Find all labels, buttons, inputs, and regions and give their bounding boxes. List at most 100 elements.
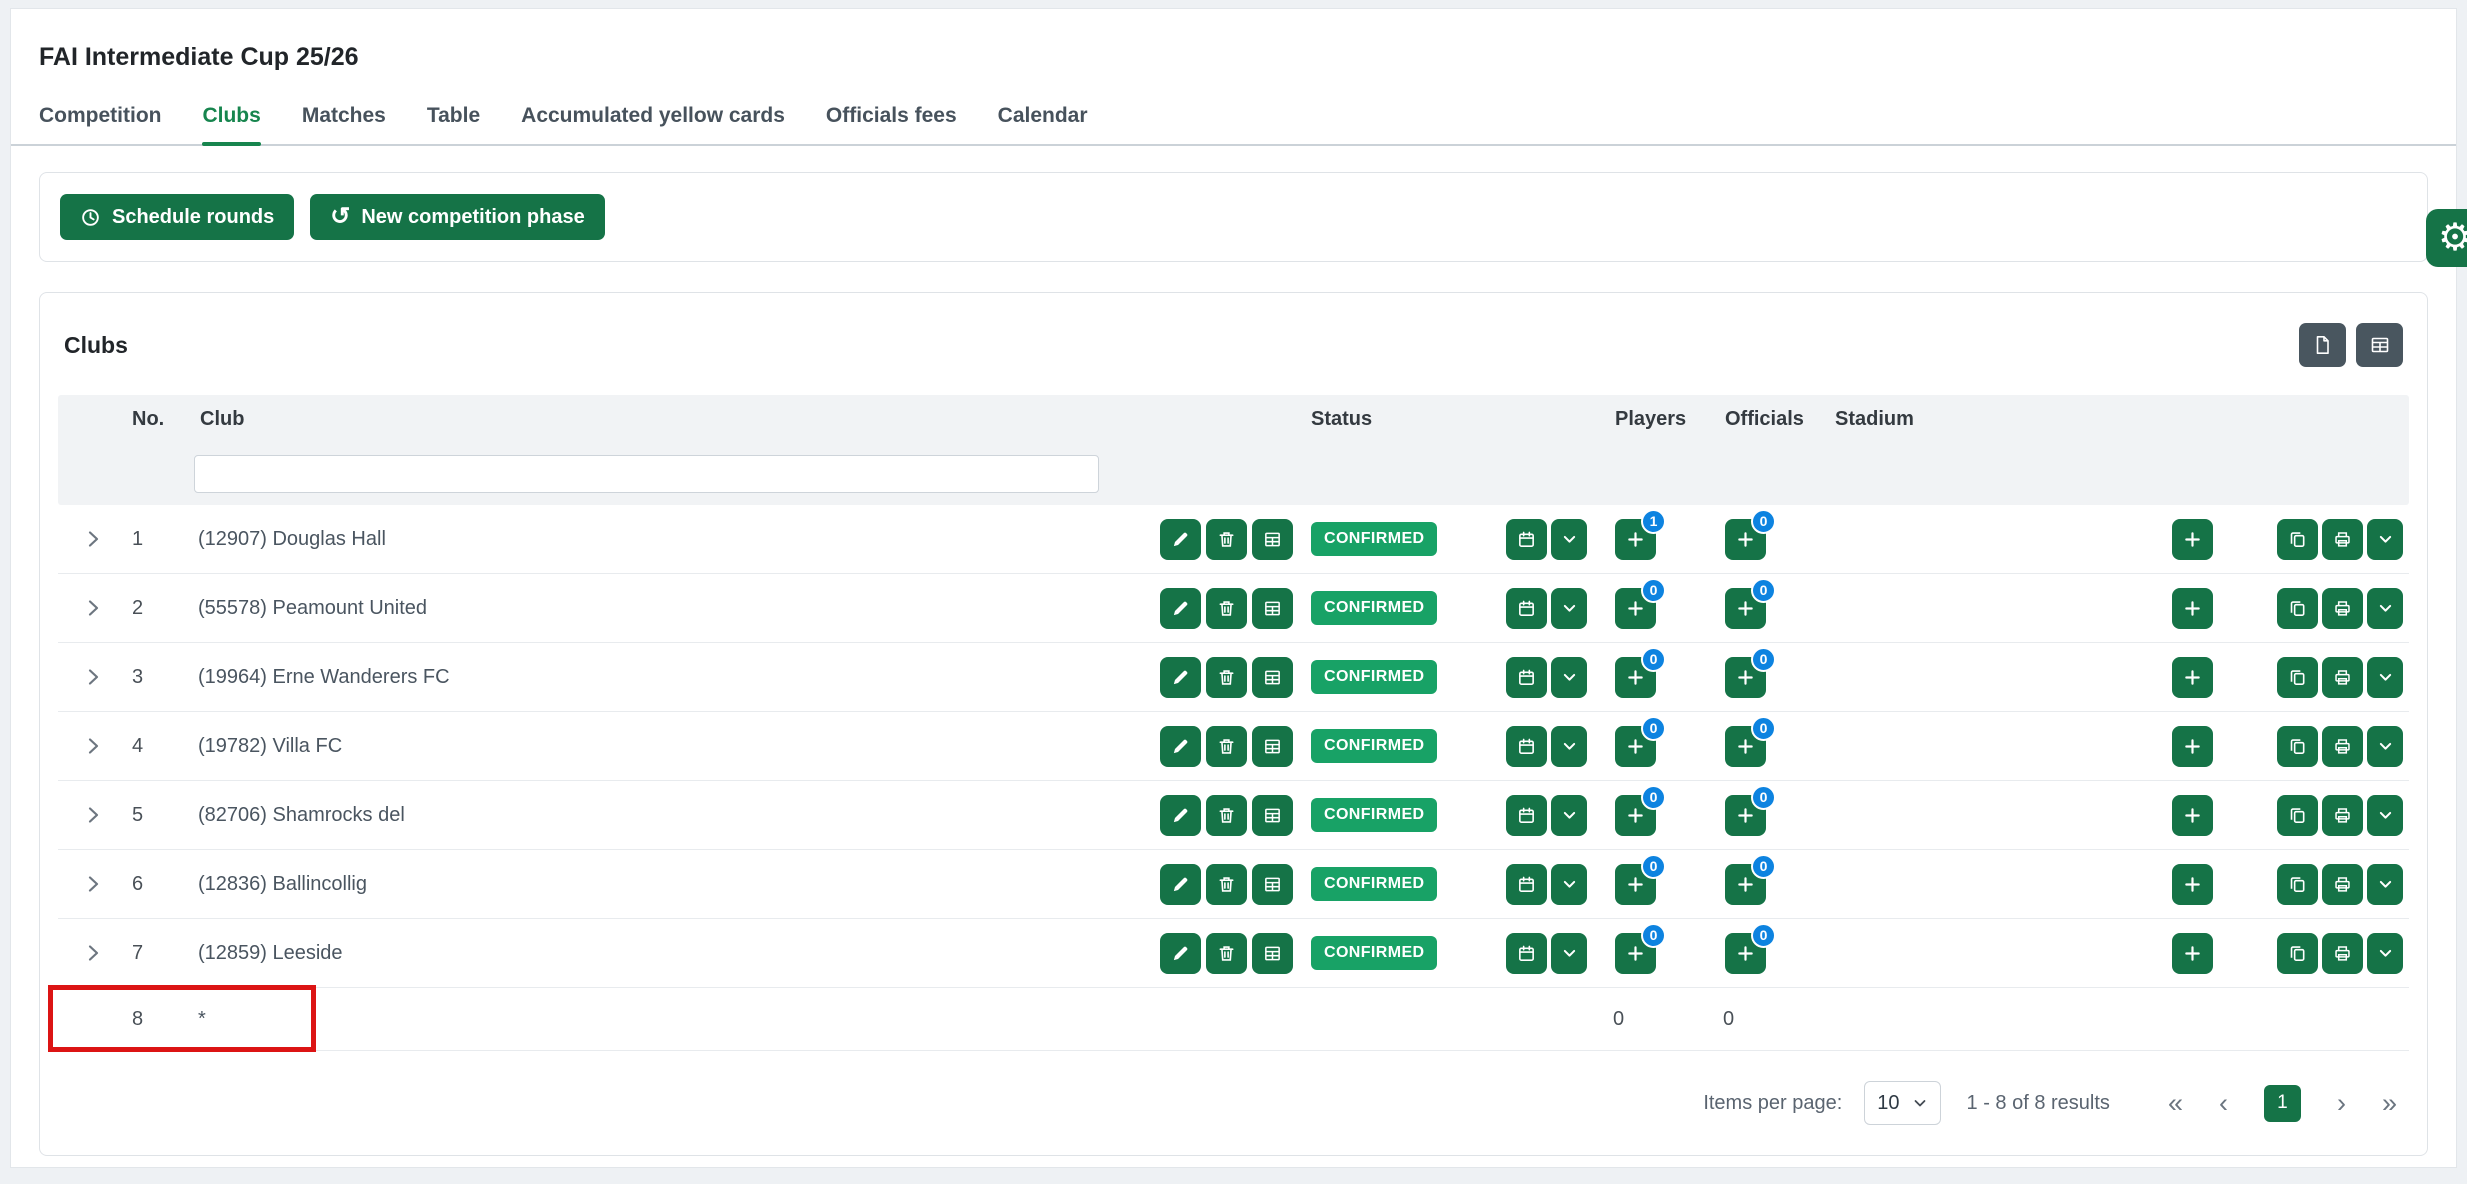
print-dropdown-button[interactable] — [2367, 657, 2403, 698]
plus-icon — [1736, 668, 1755, 687]
export-buttons — [2299, 323, 2403, 367]
print-club-button[interactable] — [2322, 726, 2363, 767]
copy-club-button[interactable] — [2277, 933, 2318, 974]
tab-matches[interactable]: Matches — [302, 104, 386, 144]
club-table-button[interactable] — [1252, 726, 1293, 767]
chevron-right-icon — [83, 598, 103, 618]
print-club-button[interactable] — [2322, 795, 2363, 836]
club-filter-input[interactable] — [194, 455, 1099, 493]
club-table-button[interactable] — [1252, 864, 1293, 905]
print-club-button[interactable] — [2322, 519, 2363, 560]
status-dropdown-button[interactable] — [1551, 933, 1587, 974]
add-stadium-button[interactable] — [2172, 726, 2213, 767]
schedule-club-button[interactable] — [1506, 519, 1547, 560]
print-dropdown-button[interactable] — [2367, 795, 2403, 836]
tab-officials-fees[interactable]: Officials fees — [826, 104, 957, 144]
edit-club-button[interactable] — [1160, 657, 1201, 698]
status-dropdown-button[interactable] — [1551, 519, 1587, 560]
items-per-page-select[interactable]: 10 — [1864, 1081, 1940, 1125]
tab-accumulated-yellow-cards[interactable]: Accumulated yellow cards — [521, 104, 785, 144]
delete-club-button[interactable] — [1206, 657, 1247, 698]
new-competition-phase-button[interactable]: ↺ New competition phase — [310, 194, 604, 240]
add-stadium-button[interactable] — [2172, 657, 2213, 698]
print-club-button[interactable] — [2322, 864, 2363, 905]
file-export-button[interactable] — [2299, 323, 2346, 367]
status-dropdown-button[interactable] — [1551, 864, 1587, 905]
print-dropdown-button[interactable] — [2367, 933, 2403, 974]
expand-row-button[interactable] — [79, 732, 107, 760]
status-dropdown-button[interactable] — [1551, 726, 1587, 767]
add-stadium-button[interactable] — [2172, 588, 2213, 629]
expand-row-button[interactable] — [79, 939, 107, 967]
status-dropdown-button[interactable] — [1551, 657, 1587, 698]
print-club-button[interactable] — [2322, 933, 2363, 974]
copy-club-button[interactable] — [2277, 726, 2318, 767]
settings-fab-button[interactable]: ⚙ — [2426, 209, 2467, 267]
pagination-first-icon[interactable]: « — [2168, 1090, 2183, 1117]
copy-club-button[interactable] — [2277, 519, 2318, 560]
add-stadium-button[interactable] — [2172, 519, 2213, 560]
copy-club-button[interactable] — [2277, 657, 2318, 698]
copy-club-button[interactable] — [2277, 588, 2318, 629]
club-table-button[interactable] — [1252, 657, 1293, 698]
schedule-club-button[interactable] — [1506, 588, 1547, 629]
tab-table[interactable]: Table — [427, 104, 480, 144]
pagination-prev-icon[interactable]: ‹ — [2219, 1090, 2228, 1117]
club-table-button[interactable] — [1252, 588, 1293, 629]
status-dropdown-button[interactable] — [1551, 795, 1587, 836]
expand-row-button[interactable] — [79, 594, 107, 622]
delete-club-button[interactable] — [1206, 933, 1247, 974]
stadium-cell — [1827, 574, 2164, 642]
tab-competition[interactable]: Competition — [39, 104, 161, 144]
pencil-icon — [1171, 737, 1190, 756]
print-club-button[interactable] — [2322, 588, 2363, 629]
pagination-page-1[interactable]: 1 — [2264, 1085, 2301, 1122]
add-stadium-button[interactable] — [2172, 795, 2213, 836]
plus-icon — [2183, 944, 2202, 963]
club-table-button[interactable] — [1252, 933, 1293, 974]
edit-club-button[interactable] — [1160, 864, 1201, 905]
schedule-rounds-label: Schedule rounds — [112, 206, 274, 229]
status-dropdown-button[interactable] — [1551, 588, 1587, 629]
print-dropdown-button[interactable] — [2367, 726, 2403, 767]
schedule-club-button[interactable] — [1506, 657, 1547, 698]
tab-calendar[interactable]: Calendar — [998, 104, 1088, 144]
edit-club-button[interactable] — [1160, 795, 1201, 836]
schedule-club-button[interactable] — [1506, 726, 1547, 767]
table-icon — [1263, 668, 1282, 687]
club-table-button[interactable] — [1252, 795, 1293, 836]
tab-clubs[interactable]: Clubs — [202, 104, 260, 144]
expand-row-button[interactable] — [79, 525, 107, 553]
delete-club-button[interactable] — [1206, 588, 1247, 629]
copy-club-button[interactable] — [2277, 795, 2318, 836]
edit-club-button[interactable] — [1160, 726, 1201, 767]
schedule-club-button[interactable] — [1506, 795, 1547, 836]
trash-icon — [1217, 599, 1236, 618]
add-stadium-button[interactable] — [2172, 864, 2213, 905]
expand-row-button[interactable] — [79, 663, 107, 691]
print-dropdown-button[interactable] — [2367, 519, 2403, 560]
pagination-last-icon[interactable]: » — [2382, 1090, 2397, 1117]
table-export-button[interactable] — [2356, 323, 2403, 367]
trash-icon — [1217, 806, 1236, 825]
edit-club-button[interactable] — [1160, 588, 1201, 629]
edit-club-button[interactable] — [1160, 519, 1201, 560]
add-stadium-button[interactable] — [2172, 933, 2213, 974]
delete-club-button[interactable] — [1206, 864, 1247, 905]
expand-row-button[interactable] — [79, 801, 107, 829]
delete-club-button[interactable] — [1206, 795, 1247, 836]
delete-club-button[interactable] — [1206, 726, 1247, 767]
delete-club-button[interactable] — [1206, 519, 1247, 560]
copy-club-button[interactable] — [2277, 864, 2318, 905]
schedule-club-button[interactable] — [1506, 933, 1547, 974]
print-dropdown-button[interactable] — [2367, 588, 2403, 629]
schedule-club-button[interactable] — [1506, 864, 1547, 905]
edit-club-button[interactable] — [1160, 933, 1201, 974]
pagination-next-icon[interactable]: › — [2337, 1090, 2346, 1117]
club-table-button[interactable] — [1252, 519, 1293, 560]
print-club-button[interactable] — [2322, 657, 2363, 698]
plus-icon — [2183, 875, 2202, 894]
print-dropdown-button[interactable] — [2367, 864, 2403, 905]
schedule-rounds-button[interactable]: Schedule rounds — [60, 194, 294, 240]
expand-row-button[interactable] — [79, 870, 107, 898]
